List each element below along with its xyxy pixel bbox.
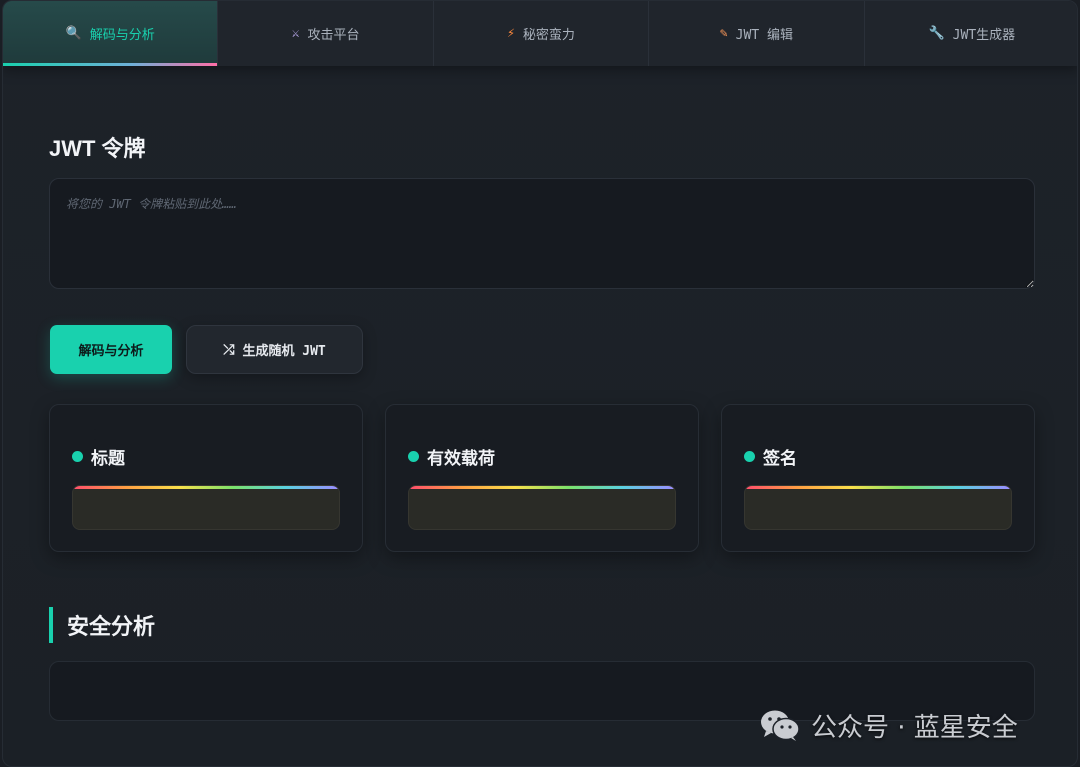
tab-label: 秘密蛮力 [522,28,575,43]
header-card: 标题 [49,404,363,552]
decode-analyze-button[interactable]: 解码与分析 [50,325,172,374]
pencil-icon: ✎ [719,26,728,41]
tab-jwt-generator[interactable]: 🔧 JWT生成器 [865,1,1077,66]
tab-label: 解码与分析 [89,28,155,43]
watermark: 公众号 · 蓝星安全 [759,703,1018,747]
jwt-token-input[interactable] [49,178,1035,289]
shuffle-icon: ⤮ [223,341,235,358]
status-dot [72,451,83,462]
card-title: 标题 [72,444,125,469]
tab-secret-bruteforce[interactable]: ⚡ 秘密蛮力 [434,1,650,66]
payload-output [408,485,676,530]
button-label: 生成随机 JWT [242,344,326,359]
tab-decode-analyze[interactable]: 🔍 解码与分析 [3,1,219,66]
header-output [72,485,340,530]
card-title-label: 签名 [763,449,797,468]
tab-bar: 🔍 解码与分析 ⚔ 攻击平台 ⚡ 秘密蛮力 ✎ JWT 编辑 🔧 JWT生成器 [3,1,1077,66]
signature-card: 签名 [721,404,1035,552]
tab-label: JWT生成器 [952,28,1016,43]
payload-card: 有效载荷 [385,404,699,552]
crossed-swords-icon: ⚔ [291,26,300,41]
generate-random-jwt-button[interactable]: ⤮ 生成随机 JWT [186,325,363,374]
status-dot [744,451,755,462]
search-icon: 🔍 [65,26,82,41]
jwt-token-heading: JWT 令牌 [49,136,146,161]
watermark-text: 公众号 · 蓝星安全 [811,712,1018,743]
card-title: 有效载荷 [408,444,495,469]
tab-attack-platform[interactable]: ⚔ 攻击平台 [218,1,434,66]
security-analysis-heading: 安全分析 [49,607,155,643]
bolt-icon: ⚡ [507,26,515,41]
tab-jwt-edit[interactable]: ✎ JWT 编辑 [649,1,865,66]
tab-label: JWT 编辑 [735,28,793,43]
signature-output [744,485,1012,530]
wrench-icon: 🔧 [928,26,945,41]
card-title-label: 标题 [91,449,125,468]
card-title-label: 有效载荷 [427,449,495,468]
tab-label: 攻击平台 [307,28,360,43]
card-title: 签名 [744,444,797,469]
status-dot [408,451,419,462]
app-window: 🔍 解码与分析 ⚔ 攻击平台 ⚡ 秘密蛮力 ✎ JWT 编辑 🔧 JWT生成器 … [2,0,1078,767]
wechat-icon [761,710,800,741]
